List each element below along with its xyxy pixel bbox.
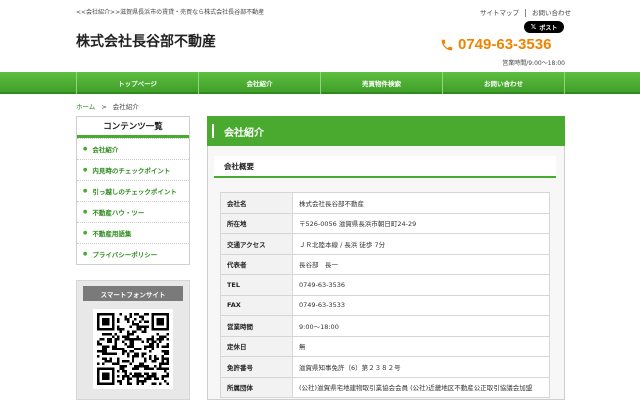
x-logo-icon: 𝕏 bbox=[530, 23, 537, 31]
table-row: TEL 0749-63-3536 bbox=[220, 274, 550, 296]
table-label: 免許番号 bbox=[220, 356, 293, 378]
table-value: 0749-63-3536 bbox=[292, 274, 550, 296]
nav-item-property-search[interactable]: 売買物件検索 bbox=[320, 72, 442, 94]
table-row: 代表者 長谷部 長一 bbox=[220, 253, 550, 275]
sitemap-link[interactable]: サイトマップ bbox=[480, 7, 519, 17]
top-links: サイトマップ お問い合わせ bbox=[480, 7, 571, 17]
nav-item-top[interactable]: トップページ bbox=[76, 72, 198, 94]
smartphone-site-title: スマートフォンサイト bbox=[83, 286, 183, 301]
sidebar-item-label: 不動産用語集 bbox=[92, 230, 132, 238]
nav-item-contact[interactable]: お問い合わせ bbox=[442, 72, 565, 94]
table-value: 無 bbox=[292, 335, 550, 357]
business-hours: 営業時間/9:00～18:00 bbox=[502, 60, 565, 67]
table-value: 〒526-0056 滋賀県長浜市朝日町24-29 bbox=[292, 212, 550, 234]
table-row: 所属団体 (公社)滋賀県宅地建物取引業協会会員 (公社)近畿地区不動産公正取引協議… bbox=[220, 376, 550, 398]
sidebar-item-viewing-checkpoints[interactable]: ● 内見時のチェックポイント bbox=[77, 159, 189, 180]
bullet-icon: ● bbox=[83, 188, 88, 194]
main-body: 会社概要 会社名 株式会社長谷部不動産 所在地 〒526-0056 滋賀県長浜市朝日… bbox=[207, 146, 565, 400]
sidebar-item-label: 内見時のチェックポイント bbox=[92, 167, 171, 175]
page-title: 会社紹介 bbox=[224, 127, 264, 139]
sidebar-item-glossary[interactable]: ● 不動産用語集 bbox=[77, 222, 189, 243]
sidebar-item-privacy[interactable]: ● プライバシーポリシー bbox=[77, 243, 189, 264]
sidebar-item-howto[interactable]: ● 不動産ハウ・ツー bbox=[77, 201, 189, 222]
breadcrumb: ホーム > 会社紹介 bbox=[76, 101, 139, 111]
phone-number[interactable]: 0749-63-3536 bbox=[458, 36, 551, 53]
header-phone: 0749-63-3536 bbox=[440, 36, 551, 53]
site-title[interactable]: 株式会社長谷部不動産 bbox=[76, 31, 216, 51]
breadcrumb-home[interactable]: ホーム bbox=[76, 103, 95, 111]
table-label: 会社名 bbox=[220, 192, 293, 214]
table-label: 所在地 bbox=[220, 212, 293, 234]
table-value: 0749-63-3533 bbox=[292, 294, 550, 316]
table-value: ＪＲ北陸本線 / 長浜 徒歩 7分 bbox=[292, 233, 550, 255]
top-bar: <<会社紹介>>滋賀県長浜市の賃貸・売買なら株式会社長谷部不動産 サイトマップ お… bbox=[0, 0, 640, 20]
table-row: 所在地 〒526-0056 滋賀県長浜市朝日町24-29 bbox=[220, 212, 550, 234]
table-row: 免許番号 滋賀県知事免許（6）第２３８２号 bbox=[220, 356, 550, 378]
bullet-icon: ● bbox=[83, 251, 88, 257]
breadcrumb-separator: > bbox=[101, 103, 107, 111]
sidebar-item-moving-checkpoints[interactable]: ● 引っ越しのチェックポイント bbox=[77, 180, 189, 201]
phone-icon bbox=[441, 39, 453, 50]
table-value: 9:00～18:00 bbox=[292, 315, 550, 337]
bullet-icon: ● bbox=[83, 209, 88, 215]
table-label: 代表者 bbox=[220, 253, 293, 275]
sidebar-item-label: 引っ越しのチェックポイント bbox=[92, 188, 177, 196]
table-label: FAX bbox=[220, 294, 293, 316]
contents-menu: コンテンツ一覧 ● 会社紹介 ● 内見時のチェックポイント ● 引っ越しのチェックポイ… bbox=[76, 116, 190, 265]
top-link-divider bbox=[525, 9, 526, 17]
bullet-icon: ● bbox=[83, 167, 88, 173]
table-row: 交通アクセス ＪＲ北陸本線 / 長浜 徒歩 7分 bbox=[220, 233, 550, 255]
global-nav: トップページ 会社紹介 売買物件検索 お問い合わせ bbox=[0, 72, 640, 94]
sidebar-item-label: 会社紹介 bbox=[92, 146, 119, 154]
table-value: 株式会社長谷部不動産 bbox=[292, 192, 550, 214]
main-content: 会社紹介 会社概要 会社名 株式会社長谷部不動産 所在地 〒526-0056 滋賀県… bbox=[207, 116, 565, 400]
x-post-button[interactable]: 𝕏 ポスト bbox=[524, 21, 564, 33]
qr-code bbox=[93, 309, 173, 389]
table-row: 会社名 株式会社長谷部不動産 bbox=[220, 192, 550, 214]
company-info-table: 会社名 株式会社長谷部不動産 所在地 〒526-0056 滋賀県長浜市朝日町24-2… bbox=[220, 192, 550, 398]
table-row: FAX 0749-63-3533 bbox=[220, 294, 550, 316]
section-title: 会社概要 bbox=[214, 156, 556, 178]
table-label: 交通アクセス bbox=[220, 233, 293, 255]
x-post-label: ポスト bbox=[539, 24, 558, 32]
table-label: TEL bbox=[220, 274, 293, 296]
table-label: 所属団体 bbox=[220, 376, 293, 398]
page-title-bar: 会社紹介 bbox=[207, 116, 565, 146]
table-value: 滋賀県知事免許（6）第２３８２号 bbox=[292, 356, 550, 378]
sidebar: コンテンツ一覧 ● 会社紹介 ● 内見時のチェックポイント ● 引っ越しのチェックポイ… bbox=[76, 116, 190, 265]
bullet-icon: ● bbox=[83, 230, 88, 236]
table-value: 長谷部 長一 bbox=[292, 253, 550, 275]
table-row: 営業時間 9:00～18:00 bbox=[220, 315, 550, 337]
breadcrumb-current: 会社紹介 bbox=[112, 103, 139, 111]
contents-menu-title: コンテンツ一覧 bbox=[77, 117, 189, 138]
sidebar-item-label: プライバシーポリシー bbox=[92, 251, 158, 259]
sidebar-item-company[interactable]: ● 会社紹介 bbox=[77, 138, 189, 159]
qr-code-icon bbox=[97, 313, 169, 385]
bullet-icon: ● bbox=[83, 146, 88, 152]
table-value: (公社)滋賀県宅地建物取引業協会会員 (公社)近畿地区不動産公正取引協議会加盟 bbox=[292, 376, 550, 398]
table-label: 定休日 bbox=[220, 335, 293, 357]
table-label: 営業時間 bbox=[220, 315, 293, 337]
nav-item-company[interactable]: 会社紹介 bbox=[198, 72, 320, 94]
contact-link[interactable]: お問い合わせ bbox=[532, 7, 571, 17]
sidebar-item-label: 不動産ハウ・ツー bbox=[92, 209, 145, 217]
smartphone-site-box: スマートフォンサイト bbox=[76, 280, 190, 400]
site-tagline: <<会社紹介>>滋賀県長浜市の賃貸・売買なら株式会社長谷部不動産 bbox=[76, 9, 265, 16]
table-row: 定休日無 bbox=[220, 335, 550, 357]
